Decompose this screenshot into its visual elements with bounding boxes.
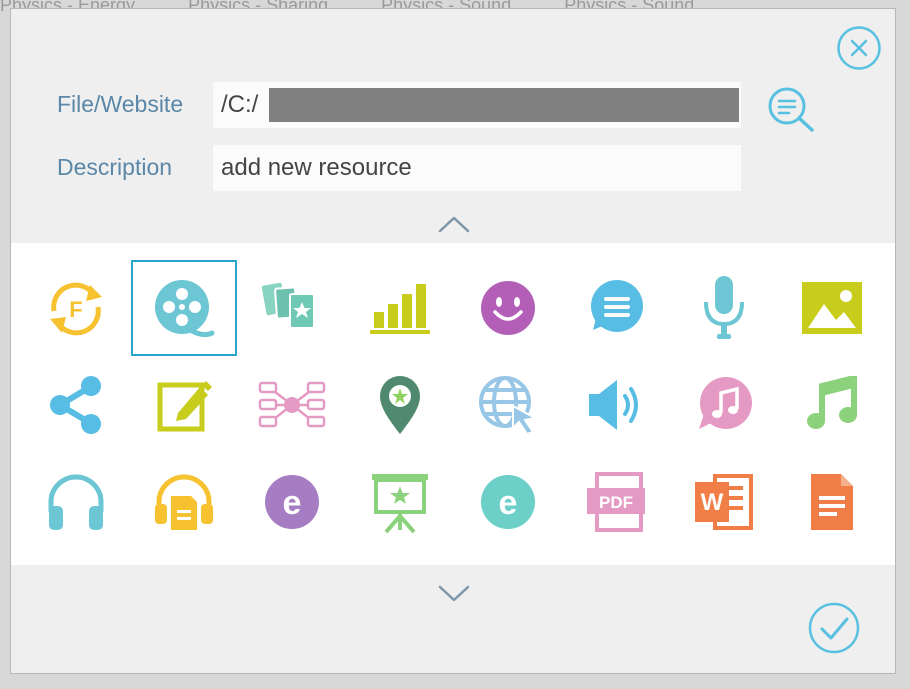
confirm-button[interactable] — [807, 601, 861, 655]
description-field[interactable]: add new resource — [213, 145, 741, 191]
share-icon — [50, 376, 101, 434]
word-document-icon: W — [695, 474, 753, 530]
film-reel-icon — [155, 280, 215, 338]
close-icon — [837, 26, 881, 70]
scroll-down-button[interactable] — [435, 581, 473, 605]
icon-option-headphones[interactable] — [23, 454, 129, 550]
icon-option-text-document[interactable] — [779, 454, 885, 550]
icon-option-flash-refresh[interactable]: F — [23, 260, 129, 356]
icon-option-edit-note[interactable] — [131, 357, 237, 453]
icon-option-music-note[interactable] — [779, 357, 885, 453]
icon-option-audio-document[interactable] — [131, 454, 237, 550]
web-link-icon — [479, 376, 538, 436]
icon-option-word-document[interactable]: W — [671, 454, 777, 550]
file-website-field[interactable]: /C:/ — [213, 82, 741, 128]
scroll-up-button[interactable] — [435, 212, 473, 236]
music-note-icon — [807, 376, 857, 429]
icon-option-mind-map[interactable] — [239, 357, 345, 453]
speaker-icon — [589, 380, 638, 430]
image-icon — [802, 282, 862, 334]
ebook-purple-icon: e — [265, 475, 319, 529]
pdf-icon: PDF — [587, 472, 645, 532]
icon-option-flashcards[interactable] — [239, 260, 345, 356]
flash-refresh-icon: F — [50, 282, 102, 336]
add-resource-dialog: File/Website /C:/ Description add new re… — [10, 8, 896, 674]
icon-option-bar-chart[interactable] — [347, 260, 453, 356]
speech-bubble-icon — [591, 280, 643, 332]
icon-option-speaker[interactable] — [563, 357, 669, 453]
mind-map-icon — [258, 381, 326, 428]
checkmark-circle-icon — [808, 602, 860, 654]
svg-text:PDF: PDF — [599, 493, 633, 512]
location-pin-icon — [380, 376, 420, 434]
icon-option-music-bubble[interactable] — [671, 357, 777, 453]
icon-option-location-pin[interactable] — [347, 357, 453, 453]
presentation-icon — [372, 474, 428, 534]
chevron-up-icon — [438, 216, 470, 233]
svg-text:e: e — [499, 484, 518, 522]
icon-option-ebook-teal[interactable]: e — [455, 454, 561, 550]
flashcards-icon — [261, 282, 315, 329]
svg-text:W: W — [701, 489, 724, 516]
headphones-icon — [48, 474, 104, 530]
smiley-icon — [481, 281, 535, 335]
bar-chart-icon — [370, 284, 430, 334]
svg-text:F: F — [69, 297, 82, 322]
resource-icon-grid: F e e PDF W — [11, 243, 895, 565]
svg-text:e: e — [283, 484, 302, 522]
icon-option-web-link[interactable] — [455, 357, 561, 453]
audio-document-icon — [155, 474, 213, 530]
icon-option-pdf[interactable]: PDF — [563, 454, 669, 550]
icon-option-image[interactable] — [779, 260, 885, 356]
icon-option-microphone[interactable] — [671, 260, 777, 356]
icon-option-share[interactable] — [23, 357, 129, 453]
microphone-icon — [704, 276, 744, 339]
text-document-icon — [811, 474, 853, 530]
icon-option-smiley[interactable] — [455, 260, 561, 356]
redacted-path — [269, 88, 739, 122]
icon-option-film-reel[interactable] — [131, 260, 237, 356]
icon-option-speech-bubble[interactable] — [563, 260, 669, 356]
description-label: Description — [57, 154, 173, 180]
chevron-down-icon — [438, 585, 470, 602]
file-website-label: File/Website — [57, 91, 184, 117]
close-button[interactable] — [836, 25, 882, 71]
icon-option-ebook-purple[interactable]: e — [239, 454, 345, 550]
edit-note-icon — [157, 381, 212, 432]
icon-option-presentation[interactable] — [347, 454, 453, 550]
music-bubble-icon — [699, 377, 752, 429]
file-path-value: /C:/ — [221, 91, 259, 118]
ebook-teal-icon: e — [481, 475, 535, 529]
search-icon — [768, 87, 814, 132]
browse-search-button[interactable] — [765, 85, 817, 135]
